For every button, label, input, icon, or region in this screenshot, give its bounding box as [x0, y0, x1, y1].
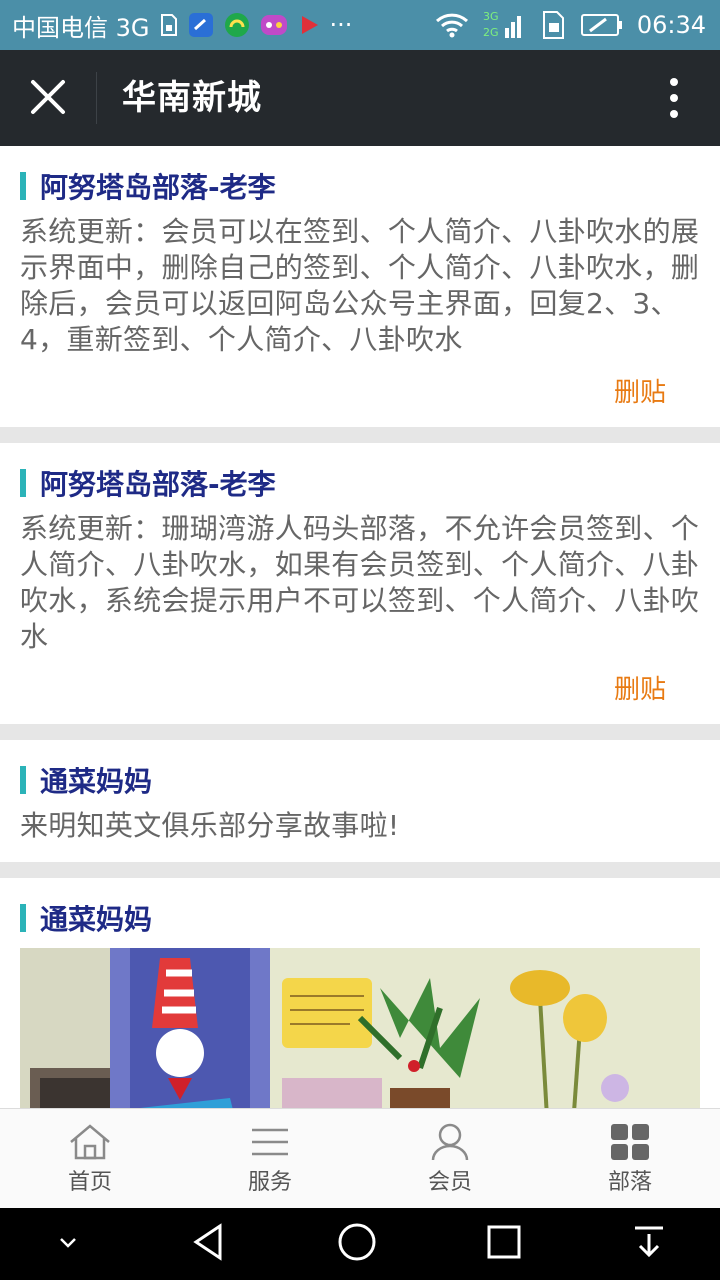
list-icon [252, 1128, 288, 1156]
home-system-button[interactable] [336, 1221, 378, 1267]
game-app-icon [260, 12, 288, 38]
nav-services[interactable]: 服务 [180, 1109, 360, 1209]
chevron-down-icon [60, 1238, 77, 1248]
nav-members[interactable]: 会员 [360, 1109, 540, 1209]
delete-post-link[interactable]: 删贴 [20, 669, 666, 706]
post-author: 阿努塔岛部落-老李 [40, 171, 276, 204]
post-author-row: 阿努塔岛部落-老李 [20, 168, 700, 204]
back-triangle-icon [192, 1223, 222, 1261]
post-author-row: 通菜妈妈 [20, 900, 700, 936]
status-bar: 中国电信 3G ··· 3G 2G 06:34 [0, 0, 720, 50]
user-icon [431, 1123, 469, 1161]
post-body: 系统更新：会员可以在签到、个人简介、八卦吹水的展示界面中，删除自己的签到、个人简… [20, 215, 700, 356]
more-notifications: ··· [329, 11, 353, 39]
video-app-icon [298, 14, 320, 36]
title-bar: 华南新城 [0, 50, 720, 146]
nav-members-label: 会员 [427, 1170, 472, 1195]
post-card[interactable]: 通菜妈妈 [0, 878, 720, 1108]
post-author: 通菜妈妈 [40, 903, 153, 936]
post-body: 系统更新：珊瑚湾游人码头部落，不允许会员签到、个人简介、八卦吹水，如果有会员签到… [20, 512, 700, 653]
collapse-button[interactable] [53, 1227, 83, 1261]
svg-text:2G: 2G [483, 26, 499, 39]
post-card[interactable]: 阿努塔岛部落-老李 系统更新：珊瑚湾游人码头部落，不允许会员签到、个人简介、八卦… [0, 443, 720, 724]
nav-tribe[interactable]: 部落 [540, 1109, 720, 1209]
clock: 06:34 [636, 11, 706, 39]
title-divider [96, 72, 97, 124]
grid-icon [611, 1124, 649, 1160]
home-circle-icon [338, 1223, 376, 1261]
sim-card-icon [160, 13, 178, 37]
signal-3g-2g-icon: 3G 2G [483, 8, 527, 42]
post-author-row: 通菜妈妈 [20, 762, 700, 798]
post-author-row: 阿努塔岛部落-老李 [20, 465, 700, 501]
app-notification-icon [188, 12, 214, 38]
home-icon [70, 1124, 110, 1160]
accent-bar [20, 766, 26, 794]
bottom-nav: 首页 服务 会员 部落 [0, 1108, 720, 1209]
more-vertical-icon [670, 78, 678, 118]
system-nav-bar [0, 1208, 720, 1280]
close-button[interactable] [22, 74, 74, 122]
recents-square-icon [487, 1225, 521, 1259]
headphone-app-icon [224, 12, 250, 38]
post-body: 来明知英文俱乐部分享故事啦! [20, 809, 400, 842]
nav-services-label: 服务 [247, 1170, 292, 1195]
recents-button[interactable] [484, 1222, 524, 1266]
close-icon [31, 80, 65, 114]
post-author: 阿努塔岛部落-老李 [40, 468, 276, 501]
notification-pull-button[interactable] [631, 1222, 667, 1266]
nav-tribe-label: 部落 [607, 1170, 652, 1195]
post-card[interactable]: 阿努塔岛部落-老李 系统更新：会员可以在签到、个人简介、八卦吹水的展示界面中，删… [0, 146, 720, 427]
nav-home-label: 首页 [67, 1170, 112, 1195]
sim-status-icon [541, 10, 567, 40]
svg-text:3G: 3G [483, 10, 499, 23]
post-feed[interactable]: 阿努塔岛部落-老李 系统更新：会员可以在签到、个人简介、八卦吹水的展示界面中，删… [0, 146, 720, 1108]
nav-home[interactable]: 首页 [0, 1109, 180, 1209]
wifi-icon [435, 12, 469, 38]
post-photo[interactable] [20, 948, 700, 1108]
accent-bar [20, 469, 26, 497]
accent-bar [20, 904, 26, 932]
post-card[interactable]: 通菜妈妈 来明知英文俱乐部分享故事啦! [0, 740, 720, 862]
pull-down-icon [634, 1226, 663, 1258]
post-author: 通菜妈妈 [40, 765, 153, 798]
accent-bar [20, 172, 26, 200]
delete-post-link[interactable]: 删贴 [20, 372, 666, 409]
classroom-photo [20, 948, 700, 1108]
page-title: 华南新城 [122, 78, 262, 118]
more-menu-button[interactable] [662, 76, 686, 120]
back-button[interactable] [190, 1222, 230, 1266]
battery-icon [580, 13, 623, 37]
carrier-label: 中国电信 3G [12, 13, 150, 42]
